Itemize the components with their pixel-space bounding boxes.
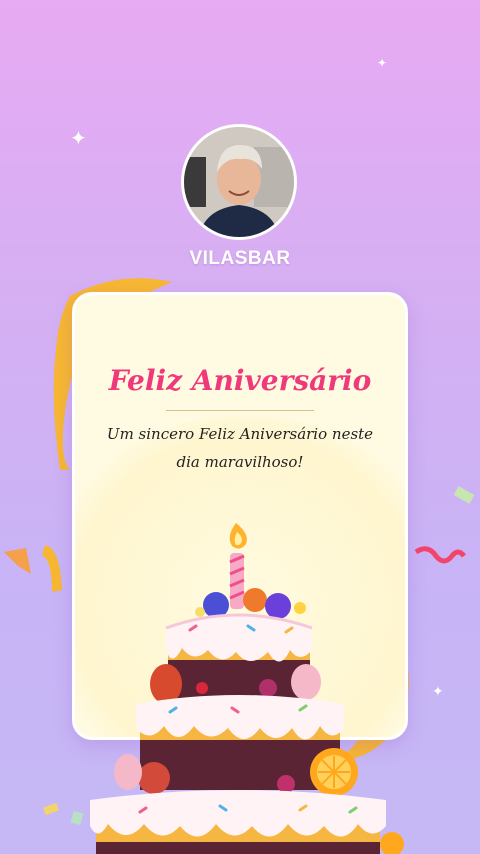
birthday-cake-illustration xyxy=(90,523,404,854)
